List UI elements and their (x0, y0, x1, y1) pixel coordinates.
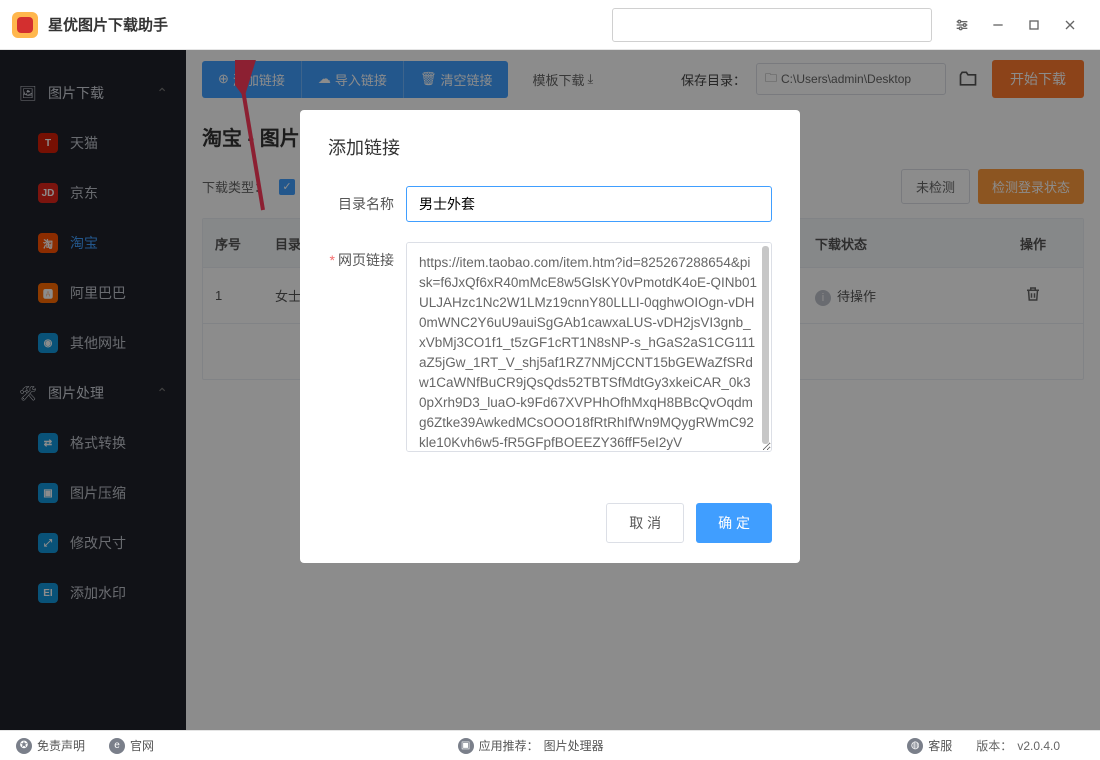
modal-mask[interactable]: 添加链接 目录名称 *网页链接 https://item.taobao.com/… (0, 50, 1100, 730)
settings-icon[interactable] (944, 0, 980, 50)
title-search-input[interactable] (612, 8, 932, 42)
version-label: 版本：v2.0.4.0 (976, 737, 1060, 754)
app-icon: ▣ (458, 738, 474, 754)
link-textarea[interactable]: https://item.taobao.com/item.htm?id=8252… (406, 242, 772, 452)
add-link-modal: 添加链接 目录名称 *网页链接 https://item.taobao.com/… (300, 110, 800, 563)
title-bar: 星优图片下载助手 (0, 0, 1100, 50)
minimize-button[interactable] (980, 0, 1016, 50)
maximize-button[interactable] (1016, 0, 1052, 50)
globe-icon: e (109, 738, 125, 754)
modal-title: 添加链接 (328, 134, 772, 160)
disclaimer-link[interactable]: ✪免责声明 (16, 737, 85, 754)
shield-icon: ✪ (16, 738, 32, 754)
scrollbar[interactable] (762, 246, 769, 444)
link-label: *网页链接 (328, 242, 406, 457)
service-link[interactable]: ◍客服 (907, 737, 952, 754)
app-logo (12, 12, 38, 38)
status-bar: ✪免责声明 e官网 ▣应用推荐：图片处理器 ◍客服 版本：v2.0.4.0 (0, 730, 1100, 760)
app-title: 星优图片下载助手 (48, 14, 168, 35)
recommend-link[interactable]: ▣应用推荐：图片处理器 (458, 737, 604, 754)
headset-icon: ◍ (907, 738, 923, 754)
website-link[interactable]: e官网 (109, 737, 154, 754)
cancel-button[interactable]: 取 消 (606, 503, 684, 543)
close-button[interactable] (1052, 0, 1088, 50)
dir-name-label: 目录名称 (328, 186, 406, 222)
dir-name-input[interactable] (406, 186, 772, 222)
ok-button[interactable]: 确 定 (696, 503, 772, 543)
